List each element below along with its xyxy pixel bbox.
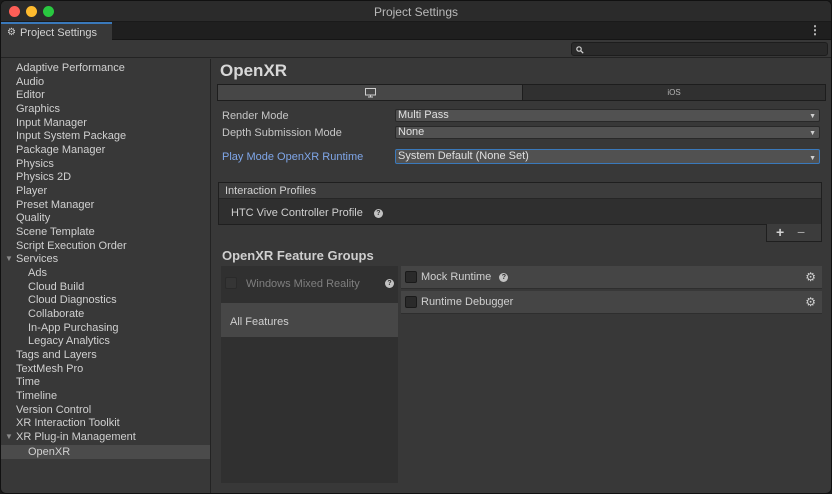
feature-label: Mock Runtime ? (421, 271, 509, 283)
play-mode-runtime-value: System Default (None Set) (398, 150, 529, 162)
project-settings-window: Project Settings ⚙ Project Settings ⋮ Ad… (0, 0, 832, 494)
render-mode-dropdown[interactable]: Multi Pass ▼ (395, 109, 820, 122)
sidebar-item-input-system-package[interactable]: Input System Package (1, 129, 210, 143)
settings-content: OpenXR iOS Render Mode Multi Pass ▼ Dept… (213, 59, 829, 493)
search-input[interactable] (571, 42, 828, 56)
tab-strip: ⚙ Project Settings ⋮ (1, 22, 831, 40)
sidebar-item-quality[interactable]: Quality (1, 211, 210, 225)
group-label: Windows Mixed Reality (246, 278, 360, 290)
play-mode-runtime-dropdown[interactable]: System Default (None Set) ▼ (395, 149, 820, 164)
expanded-triangle-icon[interactable]: ▼ (5, 252, 13, 266)
page-title: OpenXR (220, 61, 288, 80)
tab-label: Project Settings (19, 26, 98, 39)
feature-row-runtime-debugger: Runtime Debugger ⚙ (401, 291, 822, 314)
title-bar: Project Settings (1, 1, 831, 22)
chevron-down-icon: ▼ (809, 113, 816, 120)
sidebar-item-legacy-analytics[interactable]: Legacy Analytics (1, 334, 210, 348)
sidebar-item-preset-manager[interactable]: Preset Manager (1, 198, 210, 212)
sidebar-item-input-manager[interactable]: Input Manager (1, 116, 210, 130)
sidebar-item-physics[interactable]: Physics (1, 157, 210, 171)
sidebar-item-physics-2d[interactable]: Physics 2D (1, 170, 210, 184)
gear-icon: ⚙ (7, 27, 16, 38)
platform-tabs: iOS (217, 84, 826, 101)
depth-submission-dropdown[interactable]: None ▼ (395, 126, 820, 139)
sidebar-item-xr-interaction-toolkit[interactable]: XR Interaction Toolkit (1, 416, 210, 430)
help-icon[interactable]: ? (499, 272, 509, 282)
search-strip (1, 40, 831, 58)
more-options-icon[interactable]: ⋮ (809, 24, 821, 36)
sidebar-item-openxr[interactable]: OpenXR (1, 445, 210, 459)
sidebar-item-tags-and-layers[interactable]: Tags and Layers (1, 348, 210, 362)
features-list: Mock Runtime ? ⚙ Runtime Debugger ⚙ (401, 266, 822, 483)
remove-icon[interactable]: − (797, 224, 805, 240)
list-add-remove-controls: + − (766, 224, 822, 242)
sidebar-item-version-control[interactable]: Version Control (1, 403, 210, 417)
feature-groups-title: OpenXR Feature Groups (222, 248, 374, 263)
sidebar-item-time[interactable]: Time (1, 375, 210, 389)
sidebar-item-collaborate[interactable]: Collaborate (1, 307, 210, 321)
render-mode-value: Multi Pass (398, 109, 449, 121)
sidebar-item-package-manager[interactable]: Package Manager (1, 143, 210, 157)
help-icon[interactable]: ? (385, 279, 394, 288)
search-icon (576, 46, 584, 54)
sidebar-item-textmesh-pro[interactable]: TextMesh Pro (1, 362, 210, 376)
sidebar-item-graphics[interactable]: Graphics (1, 102, 210, 116)
tab-project-settings[interactable]: ⚙ Project Settings (1, 22, 112, 40)
sidebar-item-label: Services (16, 253, 59, 265)
group-all-features[interactable]: All Features (221, 303, 398, 337)
window-title: Project Settings (373, 5, 459, 19)
depth-submission-value: None (398, 126, 425, 138)
sidebar-item-in-app-purchasing[interactable]: In-App Purchasing (1, 321, 210, 335)
depth-submission-label: Depth Submission Mode (222, 127, 342, 139)
expanded-triangle-icon[interactable]: ▼ (5, 430, 13, 444)
list-item[interactable]: HTC Vive Controller Profile ? (231, 207, 383, 219)
sidebar-item-cloud-diagnostics[interactable]: Cloud Diagnostics (1, 293, 210, 307)
help-icon[interactable]: ? (373, 208, 383, 218)
sidebar-item-player[interactable]: Player (1, 184, 210, 198)
sidebar-item-cloud-build[interactable]: Cloud Build (1, 280, 210, 294)
settings-sidebar: Adaptive Performance Audio Editor Graphi… (1, 59, 211, 493)
feature-row-mock-runtime: Mock Runtime ? ⚙ (401, 266, 822, 289)
sidebar-item-services[interactable]: ▼ Services (1, 252, 210, 266)
feature-groups-list: Windows Mixed Reality ? All Features (221, 266, 398, 483)
sidebar-item-script-execution-order[interactable]: Script Execution Order (1, 239, 210, 253)
sidebar-item-ads[interactable]: Ads (1, 266, 210, 280)
sidebar-item-scene-template[interactable]: Scene Template (1, 225, 210, 239)
feature-label: Runtime Debugger (421, 296, 514, 308)
sidebar-item-editor[interactable]: Editor (1, 88, 210, 102)
sidebar-item-timeline[interactable]: Timeline (1, 389, 210, 403)
group-windows-mixed-reality: Windows Mixed Reality ? (221, 266, 398, 300)
mock-runtime-checkbox[interactable] (405, 271, 417, 283)
tab-standalone[interactable] (218, 85, 522, 100)
add-icon[interactable]: + (776, 224, 784, 240)
tab-ios[interactable]: iOS (522, 85, 825, 100)
interaction-profiles-list: Interaction Profiles HTC Vive Controller… (218, 182, 822, 225)
sidebar-item-xr-plugin-management[interactable]: ▼ XR Plug-in Management (1, 430, 210, 444)
play-mode-runtime-label: Play Mode OpenXR Runtime (222, 151, 364, 163)
render-mode-label: Render Mode (222, 110, 289, 122)
sidebar-item-audio[interactable]: Audio (1, 75, 210, 89)
profile-label: HTC Vive Controller Profile (231, 207, 363, 219)
group-label: All Features (230, 316, 289, 328)
sidebar-item-adaptive-performance[interactable]: Adaptive Performance (1, 61, 210, 75)
gear-icon[interactable]: ⚙ (805, 295, 816, 309)
chevron-down-icon: ▼ (809, 155, 816, 162)
chevron-down-icon: ▼ (809, 130, 816, 137)
gear-icon[interactable]: ⚙ (805, 270, 816, 284)
group-checkbox (225, 277, 237, 289)
sidebar-item-label: XR Plug-in Management (16, 431, 136, 443)
runtime-debugger-checkbox[interactable] (405, 296, 417, 308)
interaction-profiles-header: Interaction Profiles (219, 183, 821, 199)
monitor-icon (364, 88, 376, 98)
